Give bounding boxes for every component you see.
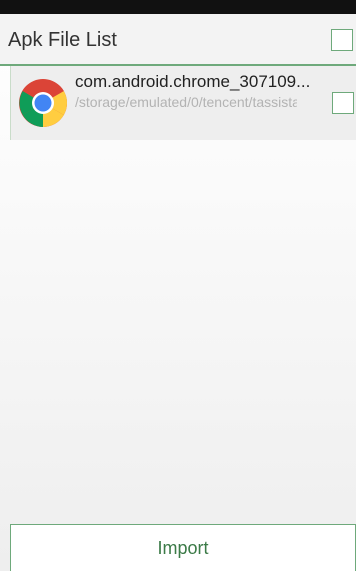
item-path: /storage/emulated/0/tencent/tassistant/a… bbox=[75, 94, 297, 110]
select-all-checkbox[interactable] bbox=[331, 29, 353, 51]
item-title: com.android.chrome_307109... bbox=[75, 72, 311, 91]
status-bar bbox=[0, 0, 356, 14]
chrome-app-icon bbox=[19, 79, 68, 127]
import-button[interactable]: Import bbox=[10, 524, 356, 571]
dialog-header: Apk File List bbox=[0, 14, 356, 66]
apk-file-list-dialog: Apk File List com.android.chrome_307109.… bbox=[0, 14, 356, 571]
item-checkbox[interactable] bbox=[332, 92, 354, 114]
dialog-title: Apk File List bbox=[8, 29, 117, 51]
list-item[interactable]: com.android.chrome_307109... /storage/em… bbox=[10, 66, 356, 140]
